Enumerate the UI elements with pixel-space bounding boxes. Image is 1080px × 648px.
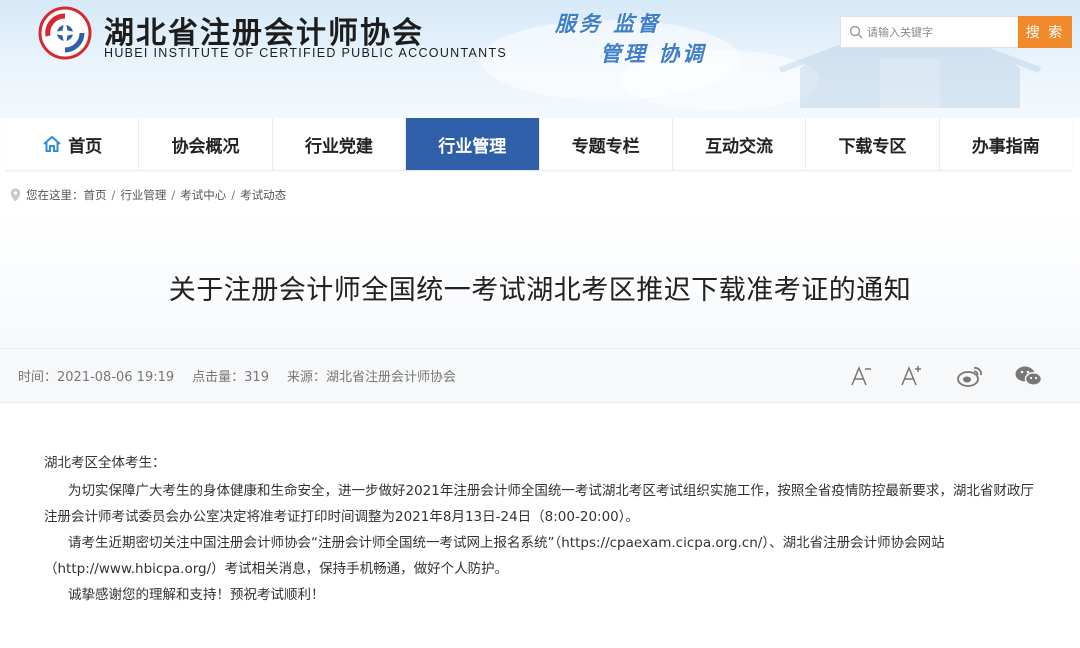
site-header: 湖北省注册会计师协会 HUBEI INSTITUTE OF CERTIFIED … [0,0,1080,118]
article-meta: 时间：2021-08-06 19:19 点击量：319 来源：湖北省注册会计师协… [18,366,456,385]
association-logo-icon[interactable] [38,6,92,60]
breadcrumb-prefix: 您在这里： [26,188,84,202]
article-title: 关于注册会计师全国统一考试湖北考区推迟下载准考证的通知 [168,275,912,306]
click-count: 点击量：319 [192,370,269,385]
breadcrumb-separator: / [231,188,236,202]
article-salutation: 湖北考区全体考生： [44,455,166,471]
location-pin-icon [10,188,21,202]
wechat-icon[interactable] [1014,362,1044,390]
nav-item-home[interactable]: 首页 [6,118,140,170]
nav-item-industry-management[interactable]: 行业管理 [406,118,540,170]
breadcrumb-separator: / [111,188,116,202]
publish-time: 时间：2021-08-06 19:19 [18,370,175,385]
nav-item-interaction[interactable]: 互动交流 [673,118,807,170]
font-increase-icon[interactable] [896,362,926,390]
brand-name-en: HUBEI INSTITUTE OF CERTIFIED PUBLIC ACCO… [104,46,508,60]
search-input[interactable] [867,25,1015,39]
search-box[interactable] [840,16,1020,48]
article-paragraph: 为切实保障广大考生的身体健康和生命安全，进一步做好2021年注册会计师全国统一考… [44,483,1034,525]
weibo-icon[interactable] [955,362,985,390]
nav-item-label: 首页 [68,136,103,157]
slogan-line-2: 管理 协调 [600,41,707,66]
search-icon [849,25,863,39]
breadcrumb-home[interactable]: 首页 [84,187,107,203]
article-paragraph: 请考生近期密切关注中国注册会计师协会“注册会计师全国统一考试网上报名系统”（ht… [44,535,945,577]
article-paragraph: 诚挚感谢您的理解和支持！预祝考试顺利！ [68,587,325,603]
search-button[interactable]: 搜 索 [1018,16,1072,48]
slogan-line-1: 服务 监督 [555,11,662,36]
breadcrumb: 您在这里： 首页 / 行业管理 / 考试中心 / 考试动态 [10,186,286,204]
nav-item-party-building[interactable]: 行业党建 [273,118,407,170]
nav-item-downloads[interactable]: 下载专区 [806,118,940,170]
main-nav: 首页 协会概况 行业党建 行业管理 专题专栏 互动交流 下载专区 办事指南 [6,118,1072,171]
font-decrease-icon[interactable] [846,362,876,390]
home-icon [42,135,62,153]
breadcrumb-exam-news[interactable]: 考试动态 [240,187,286,203]
nav-item-guide[interactable]: 办事指南 [940,118,1072,170]
breadcrumb-exam-center[interactable]: 考试中心 [180,187,226,203]
nav-item-about[interactable]: 协会概况 [139,118,273,170]
article-body: 湖北考区全体考生： 为切实保障广大考生的身体健康和生命安全，进一步做好2021年… [44,450,1034,608]
breadcrumb-industry-management[interactable]: 行业管理 [120,187,166,203]
breadcrumb-separator: / [171,188,176,202]
article-source: 来源：湖北省注册会计师协会 [286,370,456,385]
nav-item-special-topics[interactable]: 专题专栏 [540,118,673,170]
